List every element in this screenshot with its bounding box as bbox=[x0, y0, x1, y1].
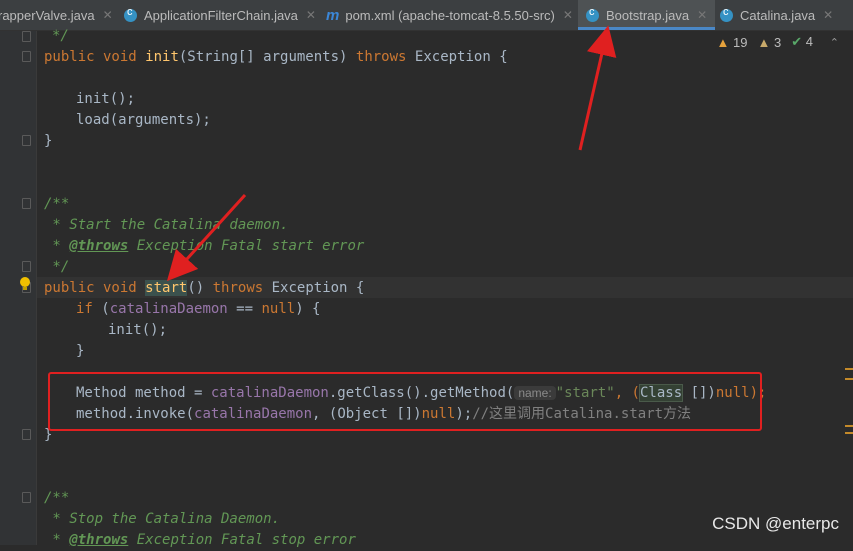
annotation-arrows bbox=[166, 25, 617, 282]
arrow-to-start-method bbox=[166, 193, 247, 282]
watermark: CSDN @enterpc bbox=[712, 514, 839, 533]
arrow-to-bootstrap-tab bbox=[578, 25, 617, 151]
